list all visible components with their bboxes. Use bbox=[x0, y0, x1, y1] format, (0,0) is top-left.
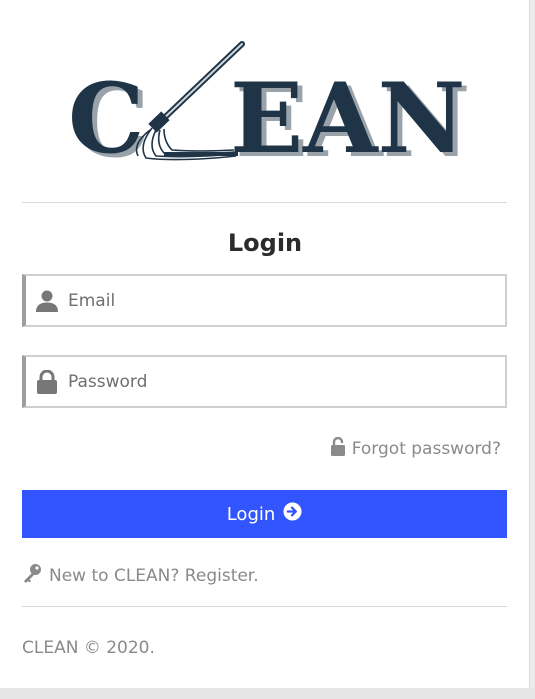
password-field[interactable] bbox=[22, 355, 507, 408]
password-input[interactable] bbox=[68, 371, 488, 392]
user-icon bbox=[34, 288, 60, 314]
bottom-divider bbox=[22, 606, 507, 607]
login-button-label: Login bbox=[226, 503, 276, 525]
clean-logo: C EAN C EAN bbox=[68, 41, 468, 166]
email-field[interactable] bbox=[22, 274, 507, 327]
email-input[interactable] bbox=[68, 290, 488, 311]
page-bottom-strip bbox=[0, 688, 535, 699]
footer-copyright: CLEAN © 2020. bbox=[22, 638, 155, 658]
register-label: New to CLEAN? Register. bbox=[49, 565, 259, 586]
logo-letter-c: C bbox=[68, 62, 144, 166]
login-card: C EAN C EAN Login Email Forgot password?… bbox=[0, 0, 530, 695]
unlock-icon bbox=[330, 436, 346, 461]
top-divider bbox=[22, 202, 507, 203]
lock-icon bbox=[34, 369, 60, 395]
forgot-password-link[interactable]: Forgot password? bbox=[330, 436, 501, 461]
arrow-circle-right-icon bbox=[283, 502, 302, 526]
login-button[interactable]: Login bbox=[22, 490, 507, 538]
mop-icon bbox=[135, 41, 245, 161]
key-icon bbox=[22, 563, 42, 588]
logo-letters-ean: EAN bbox=[230, 62, 465, 166]
page-title: Login bbox=[227, 229, 303, 257]
register-link[interactable]: New to CLEAN? Register. bbox=[22, 563, 259, 588]
forgot-password-label: Forgot password? bbox=[351, 439, 501, 459]
